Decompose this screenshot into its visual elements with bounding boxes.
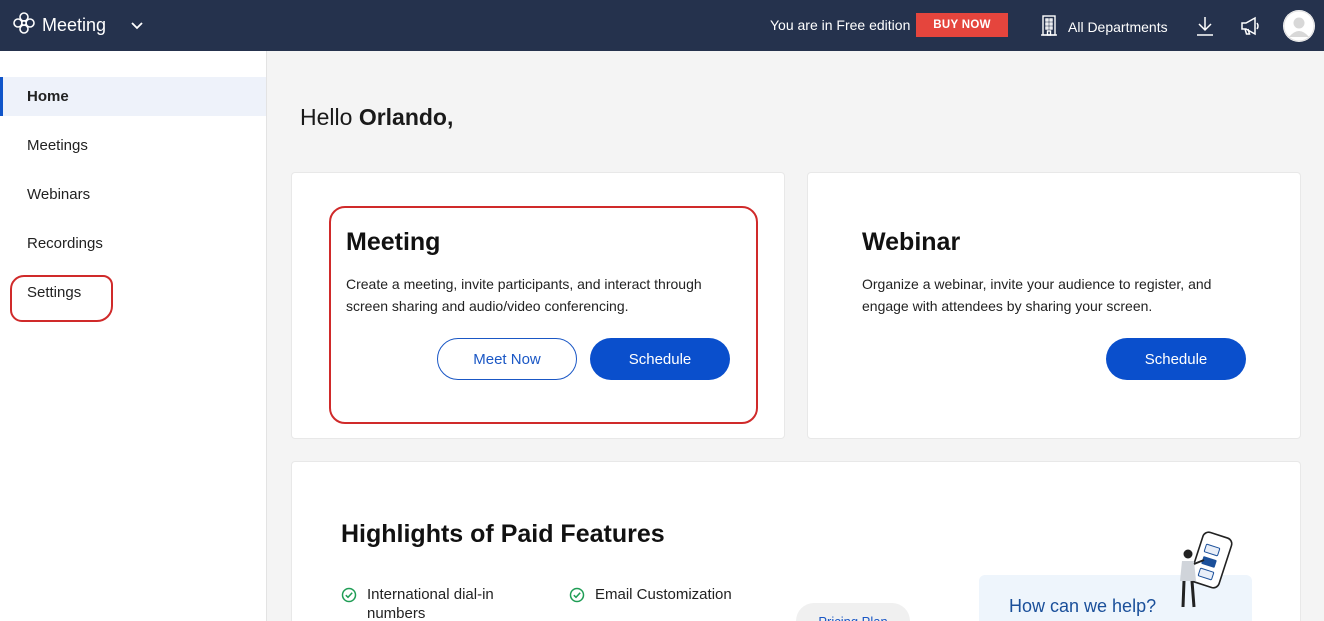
sidebar-item-home[interactable]: Home [0,77,266,116]
greeting-prefix: Hello [300,104,353,130]
webinar-card-title: Webinar [862,228,961,256]
phone-person-illustration [1168,528,1246,617]
app-switcher[interactable]: Meeting [12,0,144,51]
help-text[interactable]: How can we help? [1009,596,1156,617]
pricing-plan-button[interactable]: Pricing Plan [796,603,910,621]
meeting-card-description: Create a meeting, invite participants, a… [346,276,702,314]
feature-item: Email Customization [569,585,769,604]
flower-logo-icon [12,11,36,40]
avatar[interactable] [1283,10,1315,42]
department-label: All Departments [1068,18,1168,35]
sidebar-item-label: Webinars [27,186,91,203]
sidebar-item-label: Settings [27,284,82,301]
feature-label: International dial-in numbers [367,586,494,621]
check-circle-icon [569,585,585,604]
chevron-down-icon[interactable] [130,21,144,31]
sidebar-item-settings[interactable]: Settings [0,273,266,312]
feature-label: Email Customization [595,586,732,603]
page-title: Hello Orlando, [300,104,453,131]
user-name: Orlando, [358,104,454,130]
schedule-webinar-button[interactable]: Schedule [1106,338,1246,380]
sidebar-item-meetings[interactable]: Meetings [0,126,266,165]
department-selector[interactable]: All Departments [1040,14,1168,39]
check-circle-icon [341,585,357,621]
top-bar: Meeting You are in Free edition BUY NOW … [0,0,1324,51]
sidebar: Home Meetings Webinars Recordings Settin… [0,51,267,621]
schedule-meeting-button[interactable]: Schedule [590,338,730,380]
sidebar-item-recordings[interactable]: Recordings [0,224,266,263]
sidebar-item-label: Recordings [27,235,103,252]
sidebar-item-webinars[interactable]: Webinars [0,175,266,214]
megaphone-icon[interactable] [1239,15,1261,37]
edition-status: You are in Free edition [770,17,911,33]
meet-now-button[interactable]: Meet Now [437,338,577,380]
meeting-card-title: Meeting [346,228,441,256]
download-icon[interactable] [1195,15,1215,37]
app-title: Meeting [42,15,107,35]
sidebar-item-label: Meetings [27,137,88,154]
feature-item: International dial-in numbers [341,585,541,621]
sidebar-item-label: Home [27,88,69,105]
building-icon [1040,14,1058,39]
webinar-card-description: Organize a webinar, invite your audience… [862,276,1212,314]
highlights-title: Highlights of Paid Features [341,520,665,548]
buy-now-button[interactable]: BUY NOW [916,13,1008,37]
